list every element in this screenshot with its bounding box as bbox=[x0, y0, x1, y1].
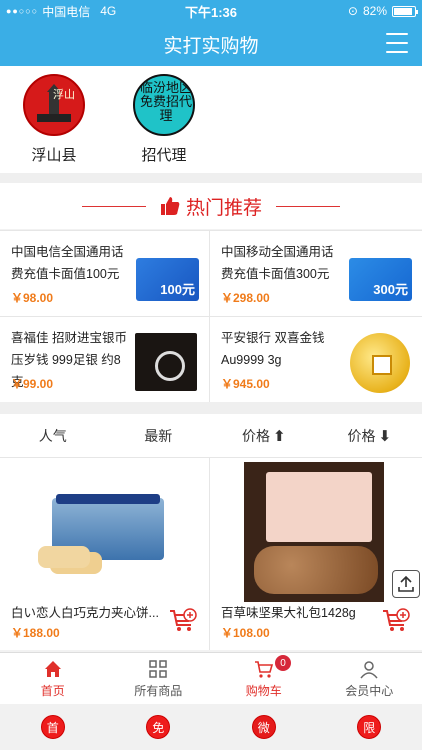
category-agent[interactable]: 临汾地区免费招代理 招代理 bbox=[132, 74, 196, 173]
recommend-item[interactable]: 喜福佳 招财进宝银币压岁钱 999足银 约8克 ￥99.00 bbox=[0, 316, 210, 402]
carrier: 中国电信 bbox=[42, 4, 91, 19]
tab-member[interactable]: 会员中心 bbox=[317, 653, 422, 704]
item-name: 中国电信全国通用话费充值卡面值100元 bbox=[11, 245, 124, 281]
quick-free[interactable]: 免 bbox=[106, 715, 212, 739]
hot-section-header: 热门推荐 bbox=[0, 183, 422, 229]
tab-label: 购物车 bbox=[245, 683, 282, 698]
battery-percent: 82% bbox=[362, 4, 387, 18]
item-price: ￥98.00 bbox=[11, 291, 54, 305]
divider-line bbox=[81, 205, 146, 207]
header: ●●○○○ 中国电信 4G 下午1:36 ⊙ 82% 实打实购物 bbox=[0, 0, 422, 66]
add-to-cart-icon[interactable] bbox=[382, 608, 410, 634]
sort-label: 价格 bbox=[241, 427, 270, 444]
fushan-logo-text: 浮山 bbox=[53, 88, 75, 101]
bottom-tab-bar: 首页 所有商品 购物车 0 会员中心 bbox=[0, 652, 422, 704]
category-label: 浮山县 bbox=[31, 147, 77, 164]
app-screen: ●●○○○ 中国电信 4G 下午1:36 ⊙ 82% 实打实购物 浮山 浮山县 … bbox=[0, 0, 422, 750]
status-bar: ●●○○○ 中国电信 4G 下午1:36 ⊙ 82% bbox=[0, 0, 422, 22]
item-price: ￥99.00 bbox=[11, 377, 54, 391]
signal-icon: ●●○○○ bbox=[6, 6, 39, 16]
navbar: 实打实购物 bbox=[0, 22, 422, 66]
silver-coin-image bbox=[135, 333, 197, 391]
item-price: ￥945.00 bbox=[221, 377, 270, 391]
divider bbox=[0, 173, 422, 183]
item-price: ￥298.00 bbox=[221, 291, 270, 305]
menu-icon[interactable] bbox=[386, 33, 408, 53]
card-value: 300元 bbox=[373, 282, 408, 297]
sort-bar: 人气 最新 价格 ⬆ 价格 ⬇ bbox=[0, 414, 422, 458]
upload-icon bbox=[398, 575, 414, 592]
agent-logo: 临汾地区免费招代理 bbox=[133, 74, 195, 136]
divider-line bbox=[276, 205, 340, 207]
sort-newest[interactable]: 最新 bbox=[106, 426, 212, 446]
quick-wechat[interactable]: 微 bbox=[211, 715, 317, 739]
arrow-down-icon: ⬇ bbox=[378, 427, 392, 445]
telecom-card-image: 100元 bbox=[136, 258, 199, 301]
page-title: 实打实购物 bbox=[163, 35, 259, 57]
limited-badge-icon: 限 bbox=[357, 715, 382, 739]
battery-icon bbox=[392, 5, 418, 17]
tab-cart[interactable]: 购物车 0 bbox=[211, 653, 317, 704]
quick-home[interactable]: 首 bbox=[0, 715, 106, 739]
home-icon bbox=[44, 660, 61, 677]
product-name: 百草味坚果大礼包1428g bbox=[221, 606, 356, 620]
status-time: 下午1:36 bbox=[184, 4, 238, 20]
item-name: 中国移动全国通用话费充值卡面值300元 bbox=[221, 245, 334, 281]
home-badge-icon: 首 bbox=[40, 715, 65, 739]
sort-label: 价格 bbox=[347, 427, 376, 444]
free-badge-icon: 免 bbox=[146, 715, 171, 739]
card-value: 100元 bbox=[160, 282, 195, 297]
product-price: ￥188.00 bbox=[11, 626, 60, 640]
agent-logo-text: 临汾地区免费招代理 bbox=[139, 81, 192, 124]
thumbs-up-icon bbox=[160, 197, 180, 215]
item-name: 平安银行 双喜金钱 Au9999 3g bbox=[221, 331, 325, 367]
category-row: 浮山 浮山县 临汾地区免费招代理 招代理 bbox=[0, 66, 422, 173]
tab-label: 所有商品 bbox=[134, 683, 183, 698]
product-card[interactable]: 白い恋人白巧克力夹心饼... ￥188.00 bbox=[0, 458, 210, 650]
gold-coin-image bbox=[350, 333, 410, 393]
product-card[interactable]: 百草味坚果大礼包1428g ￥108.00 bbox=[210, 458, 422, 650]
product-grid: 白い恋人白巧克力夹心饼... ￥188.00 百草味坚果大礼包1428g ￥10… bbox=[0, 458, 422, 650]
product-image bbox=[244, 462, 384, 602]
mobile-card-image: 300元 bbox=[349, 258, 412, 301]
recommend-item[interactable]: 平安银行 双喜金钱 Au9999 3g ￥945.00 bbox=[210, 316, 422, 402]
network: 4G bbox=[100, 4, 117, 18]
rotation-lock-icon: ⊙ bbox=[347, 4, 358, 18]
wechat-icon: 微 bbox=[251, 715, 276, 739]
sort-popular[interactable]: 人气 bbox=[0, 426, 106, 446]
sort-price-desc[interactable]: 价格 ⬇ bbox=[317, 426, 422, 446]
user-icon bbox=[360, 660, 378, 678]
fushan-logo: 浮山 bbox=[23, 74, 85, 136]
divider bbox=[0, 402, 422, 414]
tab-home[interactable]: 首页 bbox=[0, 653, 106, 704]
cart-count-badge: 0 bbox=[275, 655, 291, 671]
recommend-item[interactable]: 中国电信全国通用话费充值卡面值100元 ￥98.00 100元 bbox=[0, 230, 210, 316]
tab-label: 首页 bbox=[40, 683, 65, 698]
cart-icon bbox=[254, 660, 273, 678]
quick-link-bar: 首 免 微 限 bbox=[0, 704, 422, 750]
product-name: 白い恋人白巧克力夹心饼... bbox=[11, 606, 159, 620]
category-fushan[interactable]: 浮山 浮山县 bbox=[22, 74, 86, 173]
sort-price-asc[interactable]: 价格 ⬆ bbox=[211, 426, 317, 446]
add-to-cart-icon[interactable] bbox=[169, 608, 197, 634]
recommend-grid: 中国电信全国通用话费充值卡面值100元 ￥98.00 100元 中国移动全国通用… bbox=[0, 230, 422, 402]
product-image bbox=[34, 462, 174, 602]
back-to-top-button[interactable] bbox=[392, 570, 420, 598]
recommend-item[interactable]: 中国移动全国通用话费充值卡面值300元 ￥298.00 300元 bbox=[210, 230, 422, 316]
arrow-up-icon: ⬆ bbox=[272, 427, 286, 445]
hot-title: 热门推荐 bbox=[185, 197, 262, 219]
category-label: 招代理 bbox=[141, 147, 187, 164]
product-price: ￥108.00 bbox=[221, 626, 270, 640]
tab-label: 会员中心 bbox=[345, 683, 394, 698]
tab-all-products[interactable]: 所有商品 bbox=[106, 653, 212, 704]
quick-limited[interactable]: 限 bbox=[317, 715, 422, 739]
grid-icon bbox=[149, 659, 167, 678]
